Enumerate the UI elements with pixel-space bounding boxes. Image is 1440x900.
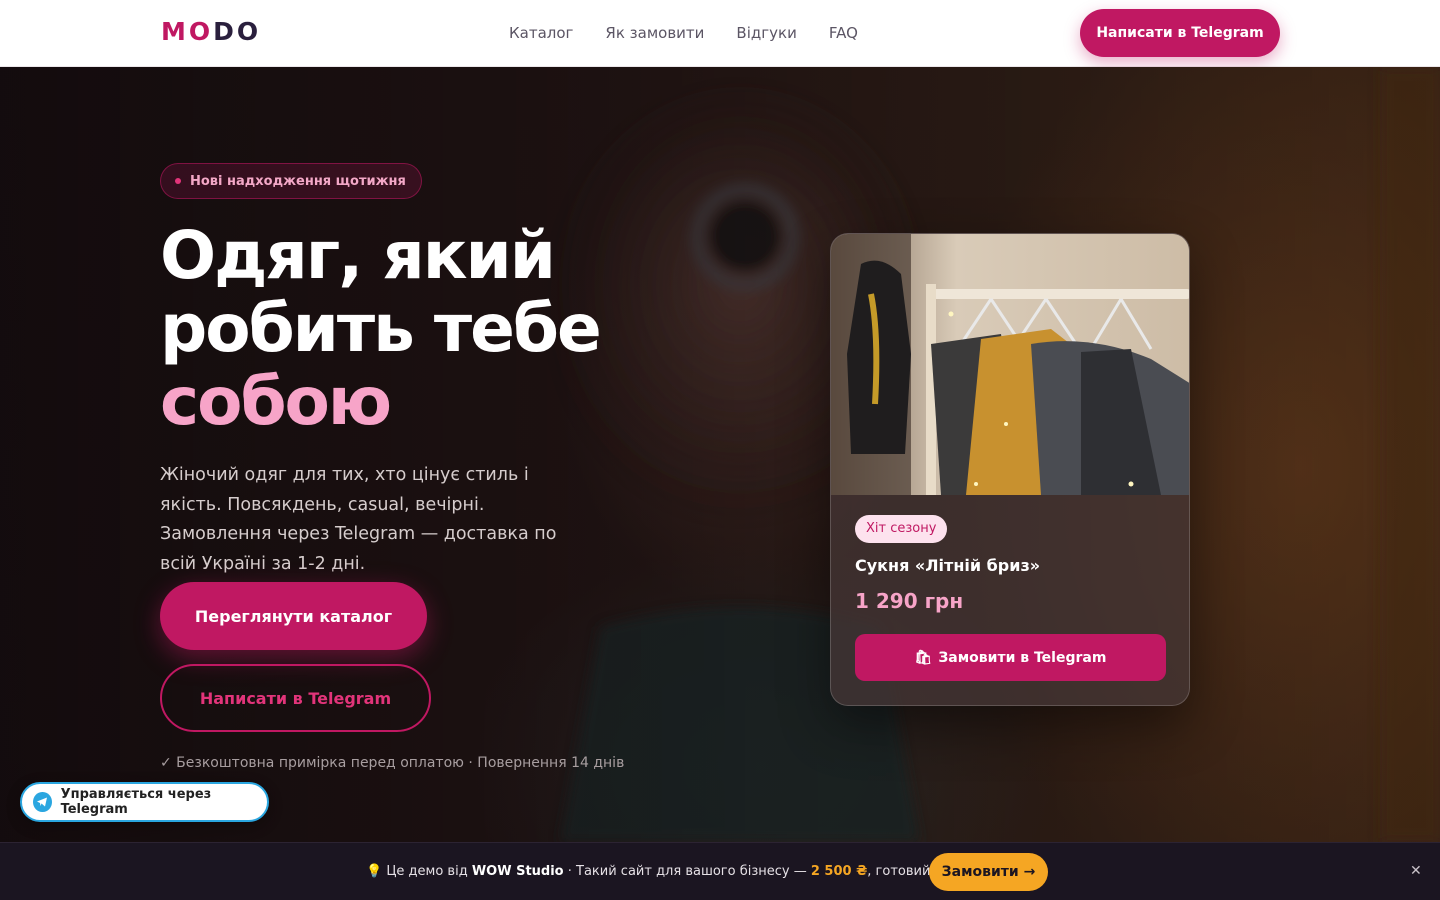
telegram-chip-label: Управляється через Telegram <box>60 787 212 817</box>
product-price: 1 290 грн <box>855 589 964 613</box>
hero-section: Нові надходження щотижня Одяг, який роби… <box>0 67 1440 842</box>
logo-rest: DO <box>213 17 262 46</box>
nav-reviews[interactable]: Відгуки <box>736 24 796 42</box>
promo-prefix: Це демо від <box>386 864 472 879</box>
hero-title-accent: собою <box>160 363 392 440</box>
product-card[interactable]: Хіт сезону Сукня «Літній бриз» 1 290 грн… <box>830 233 1190 706</box>
logo-accent: MO <box>161 17 214 46</box>
promo-order-button[interactable]: Замовити → <box>929 853 1048 891</box>
order-button-label: Замовити в Telegram <box>938 649 1107 666</box>
hero-subtitle: Жіночий одяг для тих, хто цінує стиль і … <box>160 465 557 574</box>
view-catalog-button[interactable]: Переглянути каталог <box>160 582 427 650</box>
logo[interactable]: MODO <box>161 17 261 46</box>
hero-title-line2: робить тебе <box>160 290 602 367</box>
hero-title-line1: Одяг, який <box>160 217 556 294</box>
season-hit-tag: Хіт сезону <box>855 515 948 543</box>
site-header: MODO Каталог Як замовити Відгуки FAQ Нап… <box>0 0 1440 67</box>
product-image <box>831 234 1189 495</box>
promo-middle: · Такий сайт для вашого бізнесу — <box>563 864 811 879</box>
new-arrivals-badge: Нові надходження щотижня <box>160 163 422 199</box>
close-icon[interactable]: ✕ <box>1410 863 1422 879</box>
product-card-body: Хіт сезону Сукня «Літній бриз» 1 290 грн <box>855 515 1167 613</box>
telegram-icon <box>33 792 52 812</box>
main-nav: Каталог Як замовити Відгуки FAQ <box>509 24 858 42</box>
promo-price: 2 500 ₴ <box>810 864 868 879</box>
badge-dot-icon <box>175 178 181 184</box>
promo-brand: WOW Studio <box>471 864 564 879</box>
order-telegram-button[interactable]: 🛍 Замовити в Telegram <box>855 634 1166 681</box>
promo-bar: 💡 Це демо від WOW Studio · Такий сайт дл… <box>0 842 1440 900</box>
badge-label: Нові надходження щотижня <box>190 173 406 189</box>
telegram-managed-chip[interactable]: Управляється через Telegram <box>20 782 269 822</box>
lightbulb-icon: 💡 <box>366 864 383 879</box>
nav-faq[interactable]: FAQ <box>829 24 858 42</box>
product-name: Сукня «Літній бриз» <box>855 556 1041 575</box>
hero-title: Одяг, який робить тебе собою <box>160 219 680 438</box>
shopping-bags-icon: 🛍 <box>914 649 933 666</box>
promo-text: 💡 Це демо від WOW Studio · Такий сайт дл… <box>366 864 987 879</box>
header-telegram-button[interactable]: Написати в Telegram <box>1080 9 1280 57</box>
nav-catalog[interactable]: Каталог <box>509 24 573 42</box>
hero-telegram-button[interactable]: Написати в Telegram <box>160 664 431 732</box>
nav-how-to-order[interactable]: Як замовити <box>605 24 704 42</box>
hero-guarantee-note: ✓ Безкоштовна примірка перед оплатою · П… <box>160 755 625 771</box>
